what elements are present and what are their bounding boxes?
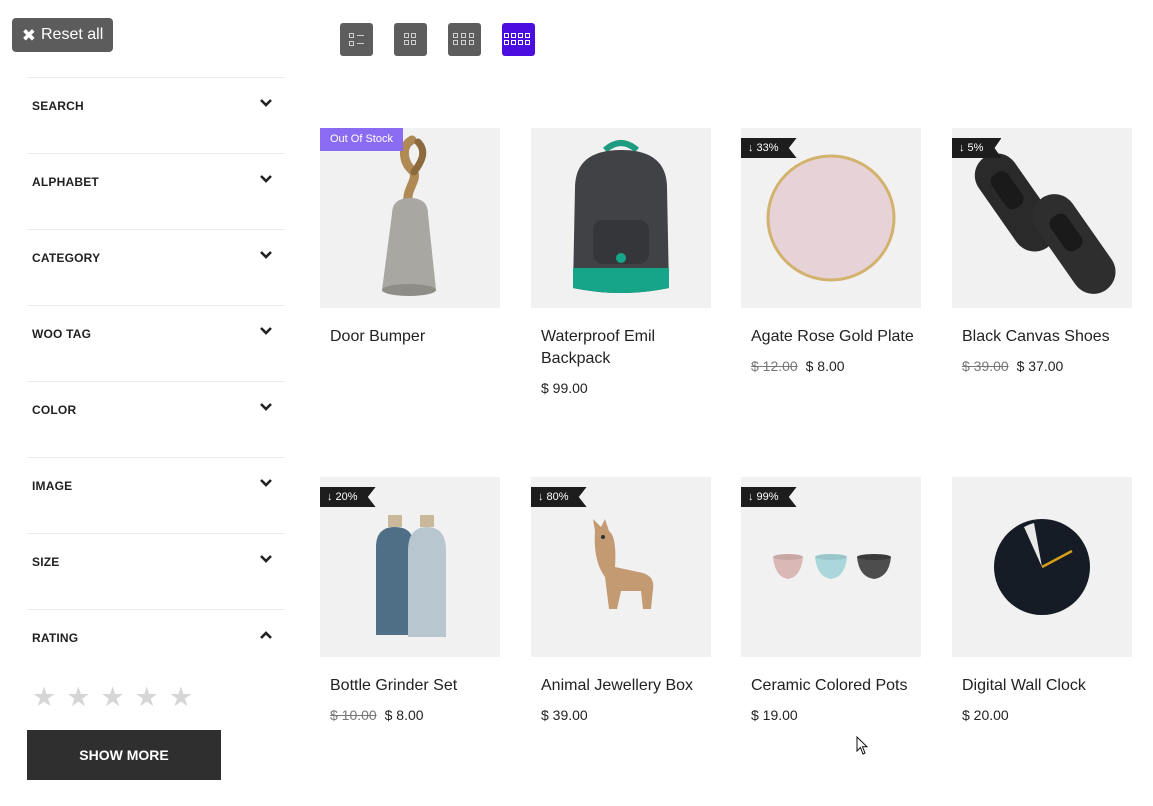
product-name[interactable]: Door Bumper (330, 326, 498, 348)
product-card: Waterproof Emil Backpack $ 99.00 (531, 128, 711, 396)
product-price: $ 39.00 (541, 707, 711, 723)
chevron-down-icon[interactable] (259, 478, 273, 488)
current-price: $ 39.00 (541, 707, 588, 723)
star-icon[interactable]: ★ (135, 682, 159, 712)
product-name[interactable]: Agate Rose Gold Plate (751, 326, 919, 348)
wall-clock-image (994, 519, 1090, 615)
show-more-button[interactable]: SHOW MORE (27, 730, 221, 780)
filter-sidebar: SEARCH ALPHABET CATEGORY WOO TAG COLOR I… (27, 77, 285, 685)
chevron-down-icon[interactable] (259, 98, 273, 108)
star-icon[interactable]: ★ (169, 682, 193, 712)
reset-all-label: Reset all (41, 26, 104, 43)
product-price: $ 10.00 $ 8.00 (330, 707, 500, 723)
product-card: ↓ 33% Agate Rose Gold Plate $ 12.00 $ 8.… (741, 128, 921, 374)
star-icon[interactable]: ★ (32, 682, 56, 712)
chevron-down-icon[interactable] (259, 174, 273, 184)
filter-label: SIZE (32, 555, 60, 569)
discount-badge: ↓ 20% (320, 487, 376, 507)
filter-search[interactable]: SEARCH (27, 77, 285, 153)
chevron-down-icon[interactable] (259, 554, 273, 564)
product-image[interactable]: ↓ 33% (741, 128, 921, 308)
filter-alphabet[interactable]: ALPHABET (27, 153, 285, 229)
product-card: Digital Wall Clock $ 20.00 (952, 477, 1132, 723)
product-card: ↓ 20% Bottle Grinder Set $ 10.00 $ 8.00 (320, 477, 500, 723)
product-image[interactable]: ↓ 5% (952, 128, 1132, 308)
reset-all-button[interactable]: ✖ Reset all (12, 18, 113, 52)
product-image[interactable]: ↓ 99% (741, 477, 921, 657)
current-price: $ 19.00 (751, 707, 798, 723)
product-name[interactable]: Bottle Grinder Set (330, 675, 498, 697)
product-price: $ 12.00 $ 8.00 (751, 358, 921, 374)
product-card: ↓ 80% Animal Jewellery Box $ 39.00 (531, 477, 711, 723)
old-price: $ 12.00 (751, 358, 798, 374)
discount-badge: ↓ 5% (952, 138, 1002, 158)
filter-color[interactable]: COLOR (27, 381, 285, 457)
out-of-stock-badge: Out Of Stock (320, 128, 403, 151)
mouse-cursor-icon (856, 736, 869, 755)
star-icon[interactable]: ★ (100, 682, 124, 712)
star-icon[interactable]: ★ (66, 682, 90, 712)
old-price: $ 39.00 (962, 358, 1009, 374)
grid-4-layout-button[interactable] (502, 23, 535, 56)
grid-3-layout-button[interactable] (448, 23, 481, 56)
chevron-down-icon[interactable] (259, 402, 273, 412)
filter-category[interactable]: CATEGORY (27, 229, 285, 305)
product-image[interactable] (531, 128, 711, 308)
product-image[interactable]: ↓ 20% (320, 477, 500, 657)
product-name[interactable]: Ceramic Colored Pots (751, 675, 919, 697)
product-price: $ 20.00 (962, 707, 1132, 723)
product-image[interactable]: ↓ 80% (531, 477, 711, 657)
product-card: ↓ 5% Black Canvas Shoes $ 39.00 $ 37.00 (952, 128, 1132, 374)
chevron-up-icon[interactable] (259, 630, 273, 640)
old-price: $ 10.00 (330, 707, 377, 723)
grid-4-icon (504, 33, 509, 38)
backpack-image (573, 140, 669, 293)
filter-label: SEARCH (32, 99, 84, 113)
product-card: ↓ 99% Ceramic Colored Pots $ 19.00 (741, 477, 921, 723)
discount-badge: ↓ 33% (741, 138, 797, 158)
grid-2-icon (404, 33, 409, 38)
list-layout-button[interactable] (340, 23, 373, 56)
filter-label: RATING (32, 631, 79, 645)
filter-label: CATEGORY (32, 251, 101, 265)
discount-badge: ↓ 80% (531, 487, 587, 507)
current-price: $ 20.00 (962, 707, 1009, 723)
current-price: $ 8.00 (805, 358, 845, 374)
list-icon (349, 33, 354, 38)
grid-2-layout-button[interactable] (394, 23, 427, 56)
product-name[interactable]: Animal Jewellery Box (541, 675, 709, 697)
product-image[interactable] (952, 477, 1132, 657)
product-name[interactable]: Waterproof Emil Backpack (541, 326, 709, 370)
filter-image[interactable]: IMAGE (27, 457, 285, 533)
product-price: $ 39.00 $ 37.00 (962, 358, 1132, 374)
chevron-down-icon[interactable] (259, 326, 273, 336)
discount-badge: ↓ 99% (741, 487, 797, 507)
filter-label: ALPHABET (32, 175, 99, 189)
filter-size[interactable]: SIZE (27, 533, 285, 609)
filter-woo-tag[interactable]: WOO TAG (27, 305, 285, 381)
product-name[interactable]: Black Canvas Shoes (962, 326, 1130, 348)
filter-label: IMAGE (32, 479, 73, 493)
filter-label: COLOR (32, 403, 77, 417)
filter-label: WOO TAG (32, 327, 92, 341)
product-card: Out Of Stock Door Bumper (320, 128, 500, 348)
close-icon: ✖ (21, 25, 36, 45)
layout-switcher (340, 23, 535, 56)
filter-rating[interactable]: RATING (27, 609, 285, 685)
product-price: $ 19.00 (751, 707, 921, 723)
current-price: $ 99.00 (541, 380, 588, 396)
current-price: $ 37.00 (1016, 358, 1064, 374)
product-price: $ 99.00 (541, 380, 711, 396)
product-name[interactable]: Digital Wall Clock (962, 675, 1130, 697)
door-bumper-image (382, 135, 436, 296)
chevron-down-icon[interactable] (259, 250, 273, 260)
product-image[interactable]: Out Of Stock (320, 128, 500, 308)
current-price: $ 8.00 (384, 707, 424, 723)
rating-stars: ★ ★ ★ ★ ★ (32, 682, 193, 712)
grid-3-icon (453, 33, 458, 38)
